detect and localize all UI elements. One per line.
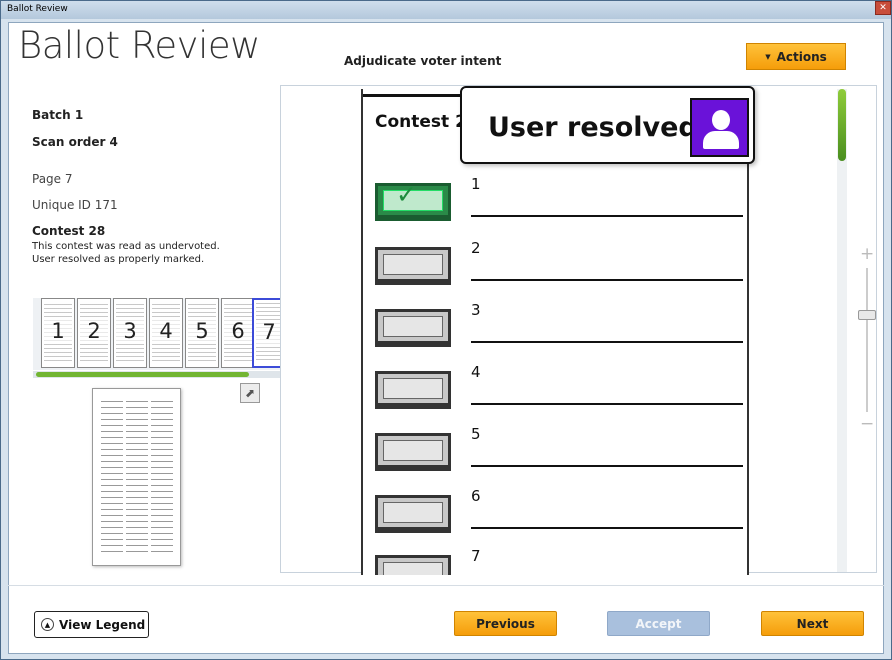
ballot-option[interactable]: 7 xyxy=(375,547,735,575)
ballot-option[interactable]: 3 xyxy=(375,301,743,353)
option-label: 7 xyxy=(471,547,481,565)
page-thumbnail[interactable]: 6 xyxy=(221,298,255,368)
thumbnail-number: 5 xyxy=(186,319,218,343)
option-label: 3 xyxy=(471,301,481,319)
ballot-option[interactable]: 6 xyxy=(375,487,743,539)
page-label: Page 7 xyxy=(32,172,73,186)
page-subtitle: Adjudicate voter intent xyxy=(344,54,502,68)
contest-message-line2: User resolved as properly marked. xyxy=(32,254,205,265)
thumbnail-number: 6 xyxy=(222,319,254,343)
option-label: 5 xyxy=(471,425,481,443)
contest-heading: Contest 2 xyxy=(375,112,467,132)
ballot-option[interactable]: 5 xyxy=(375,425,743,477)
chevron-up-icon: ▲ xyxy=(41,618,54,631)
option-line xyxy=(471,279,743,281)
scan-order-label: Scan order 4 xyxy=(32,135,118,149)
unique-id-label: Unique ID 171 xyxy=(32,198,118,212)
accept-button[interactable]: Accept xyxy=(607,611,710,636)
thumbnail-number: 3 xyxy=(114,319,146,343)
batch-label: Batch 1 xyxy=(32,108,84,122)
footer-divider xyxy=(8,585,884,586)
view-legend-button[interactable]: ▲ View Legend xyxy=(34,611,149,638)
previous-button[interactable]: Previous xyxy=(454,611,557,636)
thumbnail-number: 1 xyxy=(42,319,74,343)
option-label: 6 xyxy=(471,487,481,505)
scrollbar-thumb[interactable] xyxy=(838,89,846,161)
resolution-popup: User resolved xyxy=(460,86,755,164)
title-bar: Ballot Review ✕ xyxy=(1,1,891,19)
resolution-text: User resolved xyxy=(488,112,698,143)
option-checkbox[interactable]: ✓ xyxy=(375,180,451,221)
option-line xyxy=(471,341,743,343)
ballot-vertical-scrollbar[interactable] xyxy=(837,89,847,572)
page-title: Ballot Review xyxy=(18,24,260,67)
close-button[interactable]: ✕ xyxy=(875,1,891,15)
actions-label: Actions xyxy=(776,49,827,64)
checkmark-icon: ✓ xyxy=(396,180,417,209)
option-checkbox[interactable] xyxy=(375,247,451,285)
ballot-option[interactable]: 2 xyxy=(375,239,743,291)
contest-message-line1: This contest was read as undervoted. xyxy=(32,241,220,252)
zoom-track xyxy=(866,268,868,412)
page-thumbnail[interactable]: 4 xyxy=(149,298,183,368)
option-line xyxy=(471,403,743,405)
ballot-option[interactable]: ✓ 1 xyxy=(375,175,743,227)
option-checkbox[interactable] xyxy=(375,555,451,575)
page-thumbnail[interactable]: 3 xyxy=(113,298,147,368)
thumbnail-number: 2 xyxy=(78,319,110,343)
option-checkbox[interactable] xyxy=(375,371,451,409)
contest-label: Contest 28 xyxy=(32,224,106,238)
window-title: Ballot Review xyxy=(7,4,68,14)
page-preview-image[interactable] xyxy=(92,388,181,566)
zoom-out-icon[interactable]: − xyxy=(860,414,874,434)
next-button[interactable]: Next xyxy=(761,611,864,636)
option-line xyxy=(471,465,743,467)
user-icon xyxy=(690,98,749,157)
option-label: 2 xyxy=(471,239,481,257)
zoom-slider[interactable]: + − xyxy=(857,244,877,440)
option-label: 4 xyxy=(471,363,481,381)
option-line xyxy=(471,215,743,217)
option-checkbox[interactable] xyxy=(375,495,451,533)
legend-label: View Legend xyxy=(59,617,146,632)
page-thumbnail[interactable]: 2 xyxy=(77,298,111,368)
page-thumbnail-strip: 1 2 3 4 5 6 7 xyxy=(33,298,286,370)
zoom-in-icon[interactable]: + xyxy=(860,244,874,264)
thumbnail-number: 4 xyxy=(150,319,182,343)
option-label: 1 xyxy=(471,175,481,193)
option-checkbox[interactable] xyxy=(375,433,451,471)
page-thumbnail[interactable]: 1 xyxy=(41,298,75,368)
chevron-down-icon: ▼ xyxy=(765,52,771,61)
actions-button[interactable]: ▼ Actions xyxy=(746,43,846,70)
expand-icon[interactable]: ⬈ xyxy=(240,383,260,403)
ballot-option[interactable]: 4 xyxy=(375,363,743,415)
zoom-slider-knob[interactable] xyxy=(858,310,876,320)
page-thumbnail[interactable]: 5 xyxy=(185,298,219,368)
thumbnail-scrollbar[interactable] xyxy=(36,372,249,377)
option-line xyxy=(471,527,743,529)
option-checkbox[interactable] xyxy=(375,309,451,347)
